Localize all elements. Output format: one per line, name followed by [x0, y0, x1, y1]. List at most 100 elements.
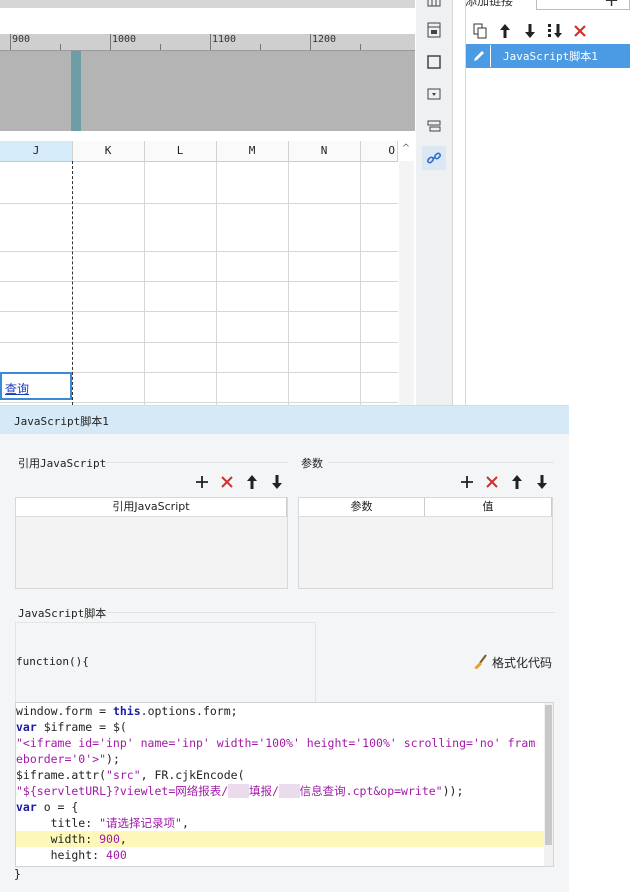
code-token: width:	[16, 832, 100, 846]
widget-icon[interactable]	[422, 50, 446, 74]
broom-icon	[474, 654, 487, 669]
format-code-label: 格式化代码	[492, 655, 553, 670]
code-token: "<iframe id='inp' name='inp' width='100%…	[16, 736, 536, 750]
code-token: "src"	[106, 768, 141, 782]
code-line[interactable]: eborder='0'>");	[16, 751, 544, 767]
function-closing: }	[14, 867, 21, 881]
design-canvas	[0, 51, 415, 131]
script-section-title: JavaScript脚本	[18, 607, 107, 620]
code-line[interactable]: $iframe.attr("src", FR.cjkEncode(	[16, 767, 544, 783]
arrow-down-icon[interactable]	[522, 23, 538, 39]
code-line[interactable]: height: 400	[16, 847, 544, 863]
code-token: 信息查询.cpt&op=write"	[299, 784, 443, 798]
delete-icon[interactable]	[572, 23, 588, 39]
code-line[interactable]: var o = {	[16, 799, 544, 815]
link-item-label: JavaScript脚本1	[503, 50, 598, 63]
delete-icon[interactable]	[485, 474, 499, 490]
param-column-header: 参数	[299, 498, 425, 517]
function-header: function(){	[16, 655, 89, 668]
code-token: title:	[16, 816, 100, 830]
format-code-button[interactable]: 格式化代码	[472, 653, 552, 671]
condition-attribute-icon[interactable]	[422, 114, 446, 138]
code-token: $iframe.attr(	[16, 768, 107, 782]
add-link-icon[interactable]: +	[604, 0, 619, 11]
code-line[interactable]: width: 900,	[16, 831, 544, 847]
delete-icon[interactable]	[220, 474, 234, 490]
javascript-dialog: JavaScript脚本1 引用JavaScript 参数 引用JavaScri…	[0, 405, 569, 892]
column-header-o[interactable]: O	[360, 141, 398, 161]
params-toolbar	[460, 474, 549, 490]
code-line[interactable]: var $iframe = $(	[16, 719, 544, 735]
code-line[interactable]: "${servletURL}?viewlet=网络报表/ 填报/ 信息查询.cp…	[16, 783, 544, 799]
vertical-scrollbar[interactable]	[399, 161, 414, 406]
arrow-up-icon[interactable]	[497, 23, 513, 39]
link-panel-header: 添加链接 +	[466, 0, 630, 12]
cell-attribute-icon[interactable]	[422, 18, 446, 42]
code-token: eborder='0'>"	[16, 752, 107, 766]
canvas-marker	[71, 51, 81, 131]
spreadsheet-grid[interactable]	[0, 161, 398, 405]
top-strip	[0, 0, 415, 8]
pencil-icon	[468, 45, 491, 67]
table-icon[interactable]	[422, 0, 446, 12]
sort-down-icon[interactable]	[547, 23, 563, 39]
code-editor[interactable]: window.form = this.options.form; var $ifr…	[15, 702, 554, 867]
page-break-line	[72, 161, 73, 405]
code-token: var	[16, 800, 37, 814]
link-list-item[interactable]: JavaScript脚本1	[466, 44, 630, 68]
code-token: );	[106, 752, 120, 766]
redacted-text	[228, 784, 249, 798]
code-token: o = {	[36, 800, 79, 814]
arrow-down-icon[interactable]	[270, 474, 284, 490]
code-line[interactable]: title: "请选择记录项",	[16, 815, 544, 831]
arrow-down-icon[interactable]	[535, 474, 549, 490]
code-token: ,	[181, 816, 189, 830]
code-token: ,	[119, 832, 127, 846]
editor-scrollbar[interactable]	[544, 703, 553, 866]
hyperlink-panel: 添加链接 + JavaScript脚本1	[465, 0, 630, 405]
link-toolbar	[472, 20, 588, 42]
code-line[interactable]: "<iframe id='inp' name='inp' width='100%…	[16, 735, 544, 751]
value-column-header: 值	[425, 498, 552, 517]
ruler-label: 1000	[112, 34, 137, 45]
params-section-title: 参数	[301, 457, 323, 470]
copy-icon[interactable]	[472, 23, 488, 39]
params-table[interactable]: 参数 值	[298, 497, 553, 589]
code-token: , FR.cjkEncode(	[140, 768, 245, 782]
ruler-label: 900	[12, 34, 31, 45]
code-token: this	[112, 704, 141, 718]
column-header-l[interactable]: L	[144, 141, 217, 161]
column-header-j[interactable]: J	[0, 141, 73, 161]
redacted-text	[278, 784, 300, 798]
arrow-up-icon[interactable]	[245, 474, 259, 490]
code-token: "请选择记录项"	[99, 816, 182, 830]
selected-cell-text[interactable]: 查询	[5, 380, 29, 397]
code-token: .options.form;	[140, 704, 238, 718]
add-icon[interactable]	[460, 474, 474, 490]
code-token: 填报/	[248, 784, 279, 798]
code-token: ));	[442, 784, 464, 798]
scroll-up-icon[interactable]: ^	[399, 143, 413, 157]
horizontal-ruler: 900 1000 1100 1200	[0, 34, 415, 51]
ref-js-table[interactable]: 引用JavaScript	[15, 497, 288, 589]
column-header-n[interactable]: N	[288, 141, 361, 161]
code-token: 400	[106, 848, 127, 862]
code-token: "${servletURL}?viewlet=网络报表/	[16, 784, 229, 798]
column-header-m[interactable]: M	[216, 141, 289, 161]
column-header-k[interactable]: K	[72, 141, 145, 161]
ruler-label: 1200	[312, 34, 337, 45]
add-link-label: 添加链接	[466, 0, 514, 8]
dialog-title: JavaScript脚本1	[14, 415, 109, 428]
dropdown-widget-icon[interactable]	[422, 82, 446, 106]
ref-js-column-header: 引用JavaScript	[16, 498, 287, 517]
dialog-title-bar: JavaScript脚本1	[0, 406, 569, 434]
code-line[interactable]: window.form = this.options.form;	[16, 703, 544, 719]
arrow-up-icon[interactable]	[510, 474, 524, 490]
code-token: $iframe = $(	[36, 720, 127, 734]
column-header-row: J K L M N O	[0, 141, 398, 162]
hyperlink-icon[interactable]	[422, 146, 446, 170]
add-icon[interactable]	[195, 474, 209, 490]
ruler-label: 1100	[212, 34, 237, 45]
code-token: var	[16, 720, 37, 734]
selected-cell[interactable]: 查询	[0, 372, 72, 400]
